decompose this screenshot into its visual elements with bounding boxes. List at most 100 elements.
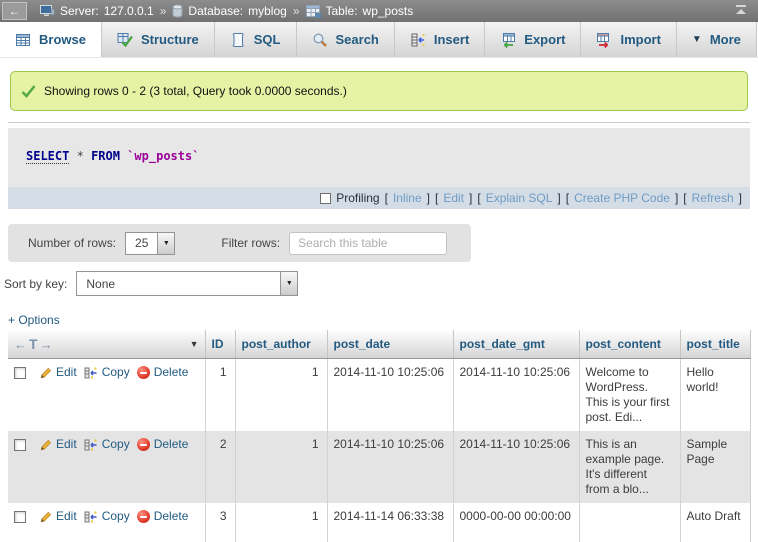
row-checkbox[interactable] (14, 511, 26, 523)
cell-post-title: Sample Page (680, 431, 750, 503)
row-checkbox[interactable] (14, 367, 26, 379)
bracket: ] (675, 191, 678, 205)
edit-query-link[interactable]: Edit (443, 191, 464, 205)
edit-label: Copy (102, 437, 130, 452)
server-link[interactable]: 127.0.0.1 (104, 4, 154, 18)
column-header-post-title[interactable]: post_title (680, 330, 750, 359)
sql-query-box: SELECT * FROM `wp_posts` Profiling [ Inl… (8, 128, 750, 209)
inline-link[interactable]: Inline (393, 191, 422, 205)
delete-link[interactable]: Delete (137, 437, 189, 452)
cell-id: 3 (205, 503, 235, 542)
database-label: Database: (188, 4, 243, 18)
edit-icon (38, 510, 52, 524)
sort-control-row: Sort by key: None ▼ (4, 271, 758, 296)
delete-label: Delete (154, 437, 189, 452)
collapse-icon[interactable] (734, 4, 748, 19)
edit-label: Edit (56, 365, 77, 380)
tab-label: More (710, 32, 741, 47)
actions-cell: Edit Copy (8, 359, 205, 432)
edit-label: Edit (56, 437, 77, 452)
filter-rows-input[interactable] (289, 232, 447, 255)
results-table: ←T→ ▼ ID post_author post_date post_date… (8, 330, 751, 542)
tab-label: Insert (434, 32, 469, 47)
right-arrow-icon: → (40, 337, 55, 352)
create-php-code-link[interactable]: Create PHP Code (574, 191, 670, 205)
table-link[interactable]: wp_posts (363, 4, 414, 18)
sql-keyword-select[interactable]: SELECT (26, 149, 69, 164)
number-of-rows-value: 25 (126, 233, 157, 254)
edit-link[interactable]: Edit (38, 437, 77, 452)
column-header-post-author[interactable]: post_author (235, 330, 327, 359)
database-icon (172, 4, 183, 18)
tab-import[interactable]: Import (581, 22, 676, 57)
sql-star: * (77, 149, 84, 163)
copy-label: Copy (102, 509, 130, 524)
delete-icon (137, 438, 150, 451)
tab-browse[interactable]: Browse (0, 22, 102, 57)
cell-post-title: Hello world! (680, 359, 750, 432)
tab-sql[interactable]: SQL (215, 22, 297, 57)
profiling-checkbox[interactable] (320, 193, 331, 204)
bracket: ] (739, 191, 742, 205)
column-browse-controls[interactable]: ←T→ (14, 336, 55, 352)
cell-post-content (579, 503, 680, 542)
breadcrumb-separator: » (159, 4, 168, 18)
column-header-post-date[interactable]: post_date (327, 330, 453, 359)
tab-more[interactable]: ▼ More (677, 22, 757, 57)
refresh-link[interactable]: Refresh (692, 191, 734, 205)
delete-link[interactable]: Delete (137, 509, 189, 524)
edit-label: Edit (56, 509, 77, 524)
sql-table-name: `wp_posts` (127, 149, 199, 163)
cell-post-author: 1 (235, 503, 327, 542)
delete-link[interactable]: Delete (137, 365, 189, 380)
table-label: Table: (326, 4, 358, 18)
filter-rows-label: Filter rows: (221, 236, 280, 250)
rows-control-bar: Number of rows: 25 ▼ Filter rows: (8, 224, 471, 262)
cell-post-date: 2014-11-10 10:25:06 (327, 431, 453, 503)
explain-sql-link[interactable]: Explain SQL (486, 191, 553, 205)
column-header-post-date-gmt[interactable]: post_date_gmt (453, 330, 579, 359)
copy-label: Copy (102, 365, 130, 380)
dropdown-arrow-icon: ▼ (157, 233, 174, 254)
delete-label: Delete (154, 509, 189, 524)
copy-link[interactable]: Copy (84, 509, 130, 524)
cell-post-date: 2014-11-10 10:25:06 (327, 359, 453, 432)
tab-structure[interactable]: Structure (102, 22, 215, 57)
sql-query-text: SELECT * FROM `wp_posts` (8, 128, 750, 187)
sort-arrow-icon[interactable]: ▼ (190, 339, 199, 349)
copy-icon (84, 366, 98, 380)
number-of-rows-select[interactable]: 25 ▼ (125, 232, 175, 255)
edit-link[interactable]: Edit (38, 509, 77, 524)
table-row: Edit Copy (8, 359, 750, 432)
edit-link[interactable]: Edit (38, 365, 77, 380)
table-row: Edit Copy (8, 503, 750, 542)
row-checkbox[interactable] (14, 439, 26, 451)
back-button[interactable]: ← (2, 2, 27, 20)
sql-icon (230, 32, 246, 48)
bracket: [ (477, 191, 480, 205)
tab-label: Import (620, 32, 660, 47)
actions-header: ←T→ ▼ (8, 330, 205, 359)
sort-by-key-select[interactable]: None ▼ (76, 271, 298, 296)
tab-export[interactable]: Export (485, 22, 581, 57)
cell-post-author: 1 (235, 359, 327, 432)
bracket: [ (566, 191, 569, 205)
t-glyph: T (29, 336, 40, 352)
tab-insert[interactable]: Insert (395, 22, 485, 57)
column-header-id[interactable]: ID (205, 330, 235, 359)
options-toggle[interactable]: + Options (8, 313, 60, 327)
tab-search[interactable]: Search (297, 22, 395, 57)
database-link[interactable]: myblog (248, 4, 287, 18)
actions-cell: Edit Copy (8, 431, 205, 503)
profiling-bar: Profiling [ Inline ] [ Edit ] [ Explain … (8, 187, 750, 209)
number-of-rows-label: Number of rows: (28, 236, 116, 250)
copy-link[interactable]: Copy (84, 365, 130, 380)
profiling-label: Profiling (336, 191, 379, 205)
search-icon (312, 32, 328, 48)
chevron-down-icon: ▼ (692, 34, 702, 45)
bracket: [ (435, 191, 438, 205)
column-header-post-content[interactable]: post_content (579, 330, 680, 359)
insert-icon (410, 32, 426, 48)
copy-link[interactable]: Copy (84, 437, 130, 452)
bracket: [ (683, 191, 686, 205)
